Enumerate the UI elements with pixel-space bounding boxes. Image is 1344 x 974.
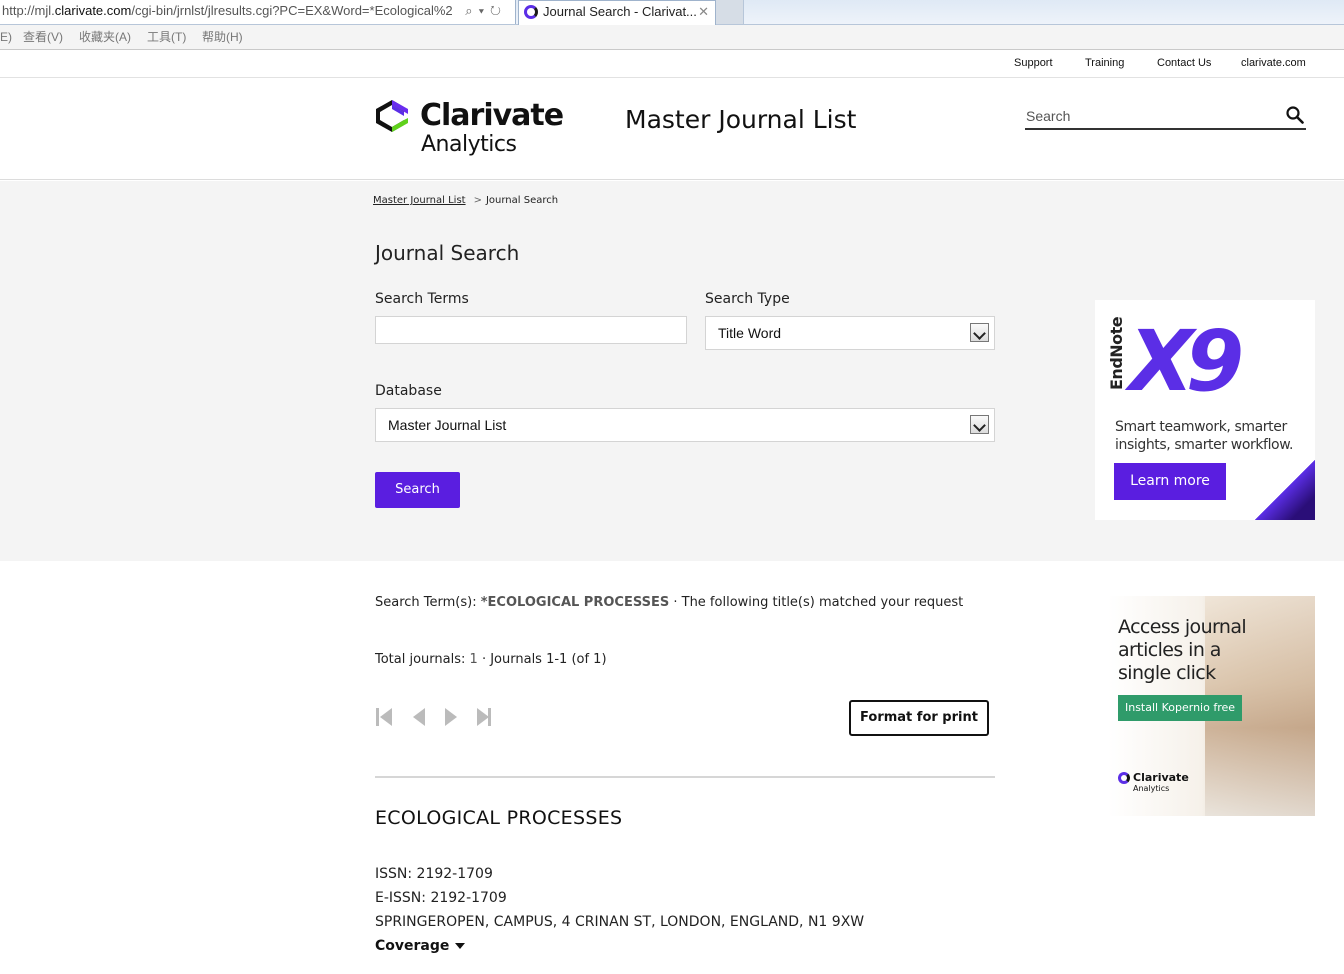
menu-item-tools[interactable]: 工具(T) (147, 25, 186, 49)
endnote-ad[interactable]: EndNote X9 Smart teamwork, smarter insig… (1095, 300, 1315, 520)
url-host: clarivate.com (54, 3, 132, 18)
coverage-label: Coverage (375, 938, 450, 954)
learn-more-button[interactable]: Learn more (1114, 463, 1226, 500)
search-button[interactable]: Search (375, 472, 460, 508)
search-heading: Journal Search (375, 241, 520, 265)
chevron-down-icon[interactable] (970, 415, 989, 434)
browser-menu-bar: E) 查看(V) 收藏夹(A) 工具(T) 帮助(H) (0, 25, 1344, 50)
total-journals-value: 1 (469, 652, 478, 667)
journal-issn: ISSN: 2192-1709 (375, 866, 493, 882)
previous-page-icon[interactable] (411, 706, 431, 728)
link-training[interactable]: Training (1085, 57, 1124, 69)
browser-tab-strip: http://mjl.clarivate.com/cgi-bin/jrnlst/… (0, 0, 1344, 25)
tab-title: Journal Search - Clarivat... (543, 4, 697, 19)
search-term-suffix: · The following title(s) matched your re… (673, 595, 964, 610)
kopernio-headline: Access journal articles in a single clic… (1118, 616, 1247, 684)
page-title: Master Journal List (625, 105, 857, 134)
search-type-value: Title Word (718, 325, 782, 341)
endnote-version: X9 (1129, 312, 1244, 410)
close-tab-icon[interactable]: ✕ (698, 1, 709, 23)
first-page-icon[interactable] (375, 706, 395, 728)
link-clarivate-com[interactable]: clarivate.com (1241, 57, 1306, 69)
address-bar-icons[interactable]: ⌕▾↻ (465, 0, 507, 22)
install-kopernio-button[interactable]: Install Kopernio free (1118, 695, 1242, 721)
breadcrumb-chevron-icon: > (473, 195, 482, 206)
divider (375, 776, 995, 778)
journal-title: ECOLOGICAL PROCESSES (375, 807, 623, 829)
search-terms-label: Search Terms (375, 291, 469, 307)
url-path: /cgi-bin/jrnlst/jlresults.cgi?PC=EX&Word… (131, 3, 453, 18)
database-value: Master Journal List (388, 417, 507, 433)
breadcrumb-home-link[interactable]: Master Journal List (373, 195, 466, 206)
search-type-select[interactable]: Title Word (705, 316, 995, 350)
ad-brand-name: Clarivate (1133, 771, 1189, 784)
brand-name: Clarivate (420, 98, 564, 133)
link-support[interactable]: Support (1014, 57, 1053, 69)
breadcrumb: Master Journal List > Journal Search (373, 195, 558, 206)
brand-subtitle: Analytics (421, 132, 517, 157)
clarivate-logo-icon (1118, 772, 1130, 784)
caret-down-icon (455, 943, 466, 949)
search-term-summary: Search Term(s): *ECOLOGICAL PROCESSES · … (375, 595, 963, 610)
url-prefix: http://mjl. (2, 3, 55, 18)
total-journals-summary: Total journals: 1 · Journals 1-1 (of 1) (375, 652, 607, 667)
search-term-value: *ECOLOGICAL PROCESSES (480, 595, 670, 610)
total-journals-label: Total journals: (375, 652, 466, 667)
breadcrumb-current: Journal Search (485, 195, 559, 206)
chevron-down-icon[interactable] (970, 323, 989, 342)
ad-decoration (1255, 460, 1315, 520)
menu-item-edit[interactable]: E) (0, 25, 12, 49)
search-placeholder: Search (1026, 108, 1071, 124)
header-search-input[interactable]: Search (1025, 104, 1306, 130)
utility-nav: Support Training Contact Us clarivate.co… (0, 50, 1344, 78)
search-term-label: Search Term(s): (375, 595, 477, 610)
address-bar[interactable]: http://mjl.clarivate.com/cgi-bin/jrnlst/… (0, 0, 516, 24)
menu-item-help[interactable]: 帮助(H) (202, 25, 243, 49)
site-header: Clarivate Analytics Master Journal List … (0, 78, 1344, 180)
journal-publisher: SPRINGEROPEN, CAMPUS, 4 CRINAN ST, LONDO… (375, 914, 865, 930)
database-select[interactable]: Master Journal List (375, 408, 995, 442)
search-icon[interactable] (1286, 106, 1304, 124)
link-contact-us[interactable]: Contact Us (1157, 57, 1211, 69)
pagination (375, 706, 495, 728)
new-tab-button[interactable] (716, 0, 744, 24)
endnote-product-name: EndNote (1107, 316, 1126, 390)
menu-item-favorites[interactable]: 收藏夹(A) (79, 25, 131, 49)
kopernio-ad[interactable]: Access journal articles in a single clic… (1108, 596, 1315, 816)
journal-eissn: E-ISSN: 2192-1709 (375, 890, 507, 906)
ad-brand-subtitle: Analytics (1133, 784, 1170, 793)
clarivate-logo-icon[interactable] (374, 98, 410, 134)
favicon-icon (524, 5, 538, 19)
search-terms-input[interactable] (375, 316, 687, 344)
menu-item-view[interactable]: 查看(V) (23, 25, 63, 49)
endnote-tagline: Smart teamwork, smarter insights, smarte… (1115, 419, 1294, 453)
database-label: Database (375, 383, 442, 399)
last-page-icon[interactable] (475, 706, 495, 728)
format-for-print-button[interactable]: Format for print (849, 700, 989, 736)
search-type-label: Search Type (705, 291, 790, 307)
coverage-toggle[interactable]: Coverage (375, 938, 466, 954)
next-page-icon[interactable] (443, 706, 463, 728)
browser-tab-active[interactable]: Journal Search - Clarivat... ✕ (518, 0, 716, 25)
total-journals-suffix: · Journals 1-1 (of 1) (481, 652, 607, 667)
